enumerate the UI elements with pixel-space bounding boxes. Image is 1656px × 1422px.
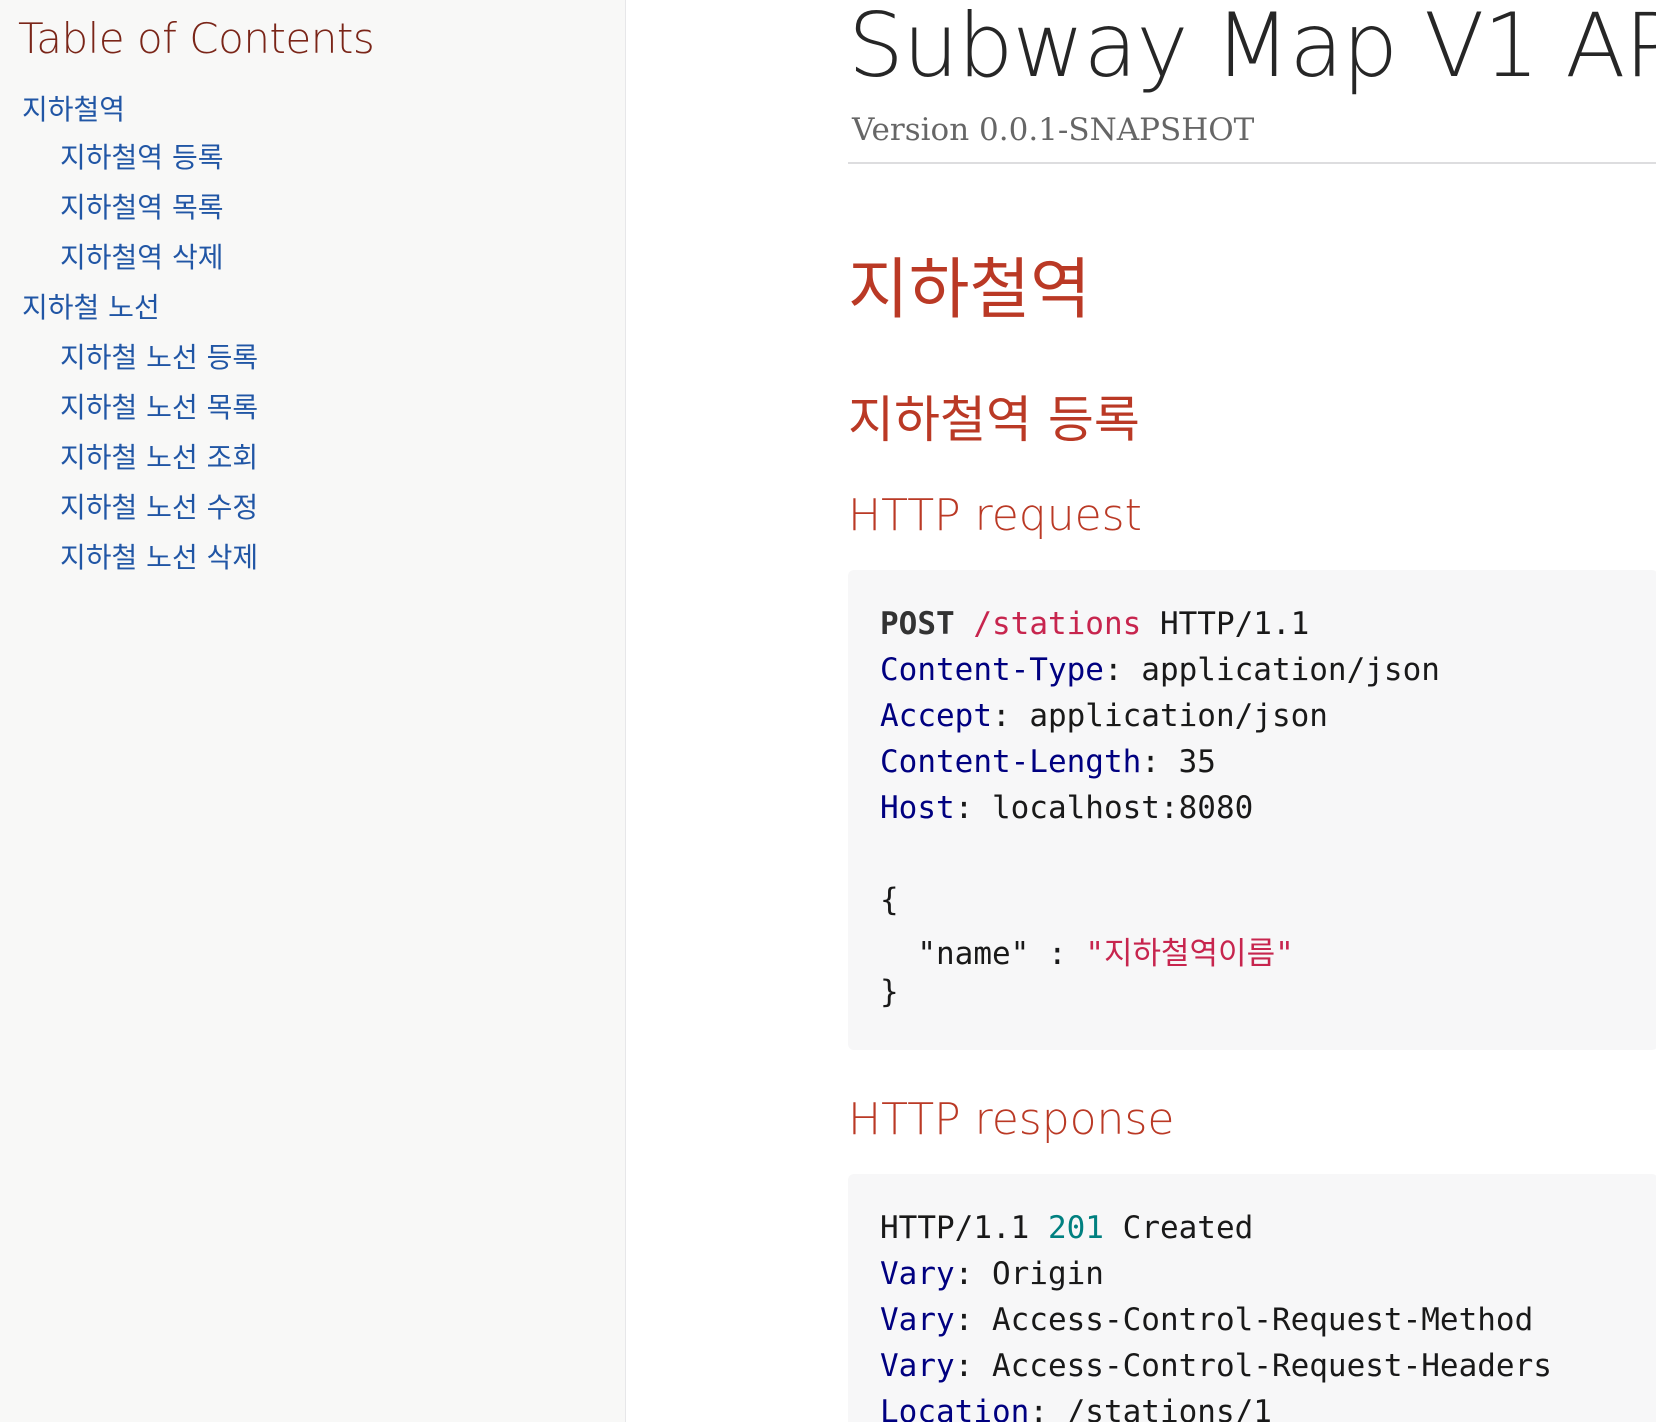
response-heading: HTTP response [848, 1094, 1175, 1145]
header-value: application/json [1141, 652, 1440, 688]
header-name: Vary [880, 1302, 955, 1338]
request-heading: HTTP request [848, 490, 1142, 541]
document-content: Subway Map V1 API D Version 0.0.1-SNAPSH… [626, 0, 1656, 1422]
header-name: Location [880, 1394, 1030, 1422]
response-header-line: Vary: Access-Control-Request-Headers [880, 1348, 1552, 1384]
toc-item-line-create[interactable]: 지하철 노선 등록 [60, 336, 258, 376]
section-title-stations: 지하철역 [848, 251, 1091, 328]
header-name: Vary [880, 1256, 955, 1292]
header-name: Content-Type [880, 652, 1104, 688]
response-protocol: HTTP/1.1 [880, 1210, 1030, 1246]
header-value: 35 [1178, 744, 1216, 780]
header-value: /stations/1 [1066, 1394, 1272, 1422]
request-protocol: HTTP/1.1 [1159, 606, 1310, 642]
toc-item-station-create[interactable]: 지하철역 등록 [60, 136, 223, 176]
body-open-brace: { [880, 882, 899, 918]
header-value: Origin [991, 1256, 1104, 1292]
http-request-codeblock: POST /stations HTTP/1.1 Content-Type: ap… [848, 570, 1656, 1050]
header-value: Access-Control-Request-Headers [991, 1348, 1552, 1384]
body-field-line: "name" : "지하철역이름" [880, 928, 1294, 973]
status-text: Created [1122, 1210, 1254, 1246]
toc-item-line-get[interactable]: 지하철 노선 조회 [60, 436, 258, 476]
header-value: Access-Control-Request-Method [991, 1302, 1534, 1338]
body-separator: : [1029, 936, 1086, 972]
request-header-line: Content-Length: 35 [880, 744, 1216, 780]
header-value: localhost:8080 [991, 790, 1254, 826]
request-header-line: Accept: application/json [880, 698, 1328, 734]
table-of-contents: Table of Contents 지하철역 지하철역 등록 지하철역 목록 지… [0, 0, 626, 1422]
toc-item-stations[interactable]: 지하철역 [22, 88, 125, 128]
request-path: /stations [973, 606, 1142, 642]
header-name: Accept [880, 698, 992, 734]
toc-item-line-delete[interactable]: 지하철 노선 삭제 [60, 536, 258, 576]
toc-item-line-update[interactable]: 지하철 노선 수정 [60, 486, 258, 526]
toc-item-lines[interactable]: 지하철 노선 [22, 286, 160, 326]
version-label: Version 0.0.1-SNAPSHOT [852, 112, 1255, 148]
header-divider [848, 162, 1656, 164]
toc-title: Table of Contents [18, 14, 375, 63]
toc-item-station-delete[interactable]: 지하철역 삭제 [60, 236, 223, 276]
response-header-line: Location: /stations/1 [880, 1394, 1272, 1422]
page-title: Subway Map V1 API D [848, 0, 1656, 97]
request-line: POST /stations HTTP/1.1 [880, 606, 1309, 642]
request-header-line: Content-Type: application/json [880, 652, 1440, 688]
status-line: HTTP/1.1 201 Created [880, 1210, 1253, 1246]
toc-item-station-list[interactable]: 지하철역 목록 [60, 186, 223, 226]
request-method: POST [880, 606, 955, 642]
header-value: application/json [1029, 698, 1328, 734]
http-response-codeblock: HTTP/1.1 201 Created Vary: Origin Vary: … [848, 1174, 1656, 1422]
status-code: 201 [1047, 1210, 1104, 1246]
request-header-line: Host: localhost:8080 [880, 790, 1254, 826]
subsection-title-station-create: 지하철역 등록 [848, 391, 1140, 449]
response-header-line: Vary: Access-Control-Request-Method [880, 1302, 1534, 1338]
response-header-line: Vary: Origin [880, 1256, 1104, 1292]
toc-item-line-list[interactable]: 지하철 노선 목록 [60, 386, 258, 426]
body-close-brace: } [880, 974, 899, 1010]
header-name: Host [880, 790, 955, 826]
header-name: Content-Length [880, 744, 1142, 780]
header-name: Vary [880, 1348, 955, 1384]
body-value: "지하철역이름" [1085, 936, 1294, 972]
body-key: "name" [917, 936, 1030, 972]
